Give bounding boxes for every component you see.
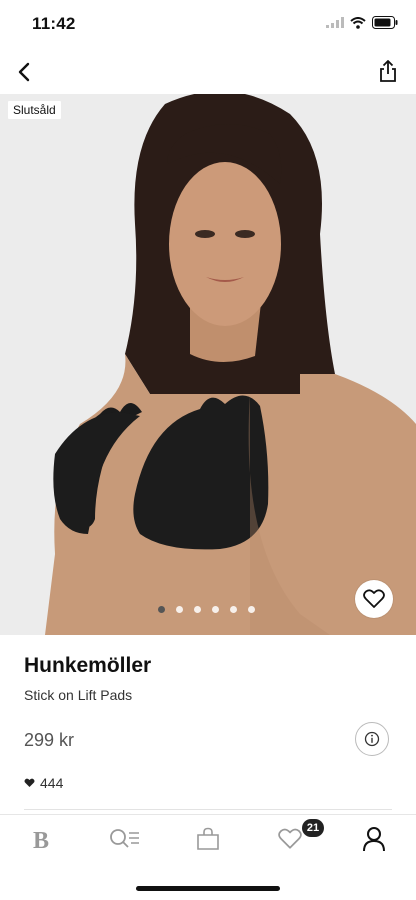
tab-home[interactable]: B [20,821,64,857]
favorites-count-badge: 21 [302,819,324,837]
product-image-carousel[interactable]: Slutsåld [0,94,416,635]
pagination-dot[interactable] [212,606,219,613]
battery-icon [372,16,398,29]
home-logo-icon: B [33,828,49,851]
status-time: 11:42 [32,14,76,33]
pagination-dot[interactable] [248,606,255,613]
likes-count: 444 [24,775,63,791]
shopping-bag-icon [197,827,219,850]
status-bar: 11:42 [0,0,416,50]
divider [24,809,392,810]
tab-bag[interactable] [186,821,230,857]
wifi-icon [350,16,366,29]
likes-value: 444 [40,775,64,791]
price-info-button[interactable] [355,722,389,756]
product-photo [0,94,416,635]
search-list-icon [110,829,139,848]
heart-icon [278,828,302,849]
navigation-bar [0,50,416,95]
chevron-left-icon [18,62,30,82]
status-icons [326,16,398,29]
svg-text:B: B [33,828,49,851]
home-indicator [136,886,280,891]
tab-profile[interactable] [352,821,396,857]
info-icon [364,731,380,747]
pagination-dot[interactable] [176,606,183,613]
brand-name[interactable]: Hunkemöller [24,654,151,678]
heart-outline-icon [363,589,385,608]
share-icon [380,60,396,82]
favorite-button[interactable] [355,580,393,618]
profile-icon [363,827,385,852]
heart-filled-icon [24,778,35,787]
product-price: 299 kr [24,730,75,750]
pagination-dot[interactable] [158,606,165,613]
tab-bar: B 21 [0,814,416,863]
sold-out-badge: Slutsåld [8,101,61,119]
pagination-dot[interactable] [230,606,237,613]
pagination-dot[interactable] [194,606,201,613]
tab-search[interactable] [103,821,147,857]
carousel-pagination [158,606,255,613]
back-button[interactable] [10,58,38,86]
share-button[interactable] [374,56,402,86]
product-name: Stick on Lift Pads [24,687,133,703]
signal-icon [326,17,344,28]
